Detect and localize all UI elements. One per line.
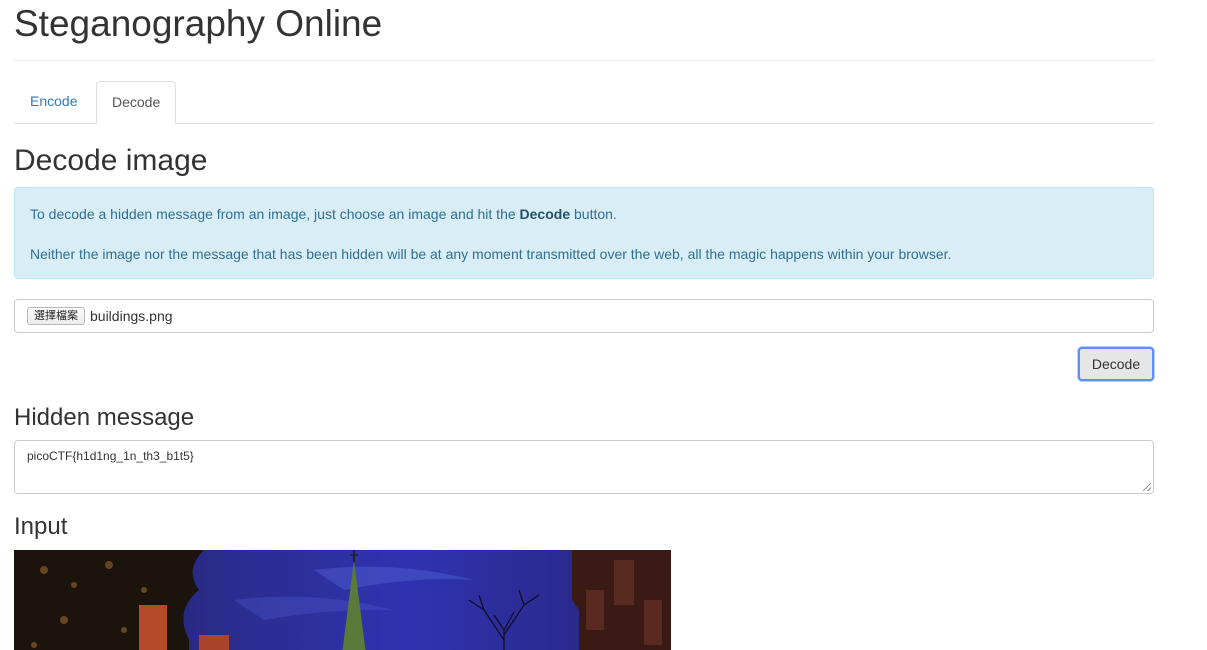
- hidden-message-textarea[interactable]: picoCTF{h1d1ng_1n_th3_b1t5}: [14, 440, 1154, 494]
- hidden-message-text: picoCTF{h1d1ng_1n_th3_b1t5}: [27, 449, 194, 463]
- info-line-1: To decode a hidden message from an image…: [30, 204, 1138, 224]
- decode-image-heading: Decode image: [14, 144, 208, 177]
- info-alert: To decode a hidden message from an image…: [14, 187, 1154, 279]
- tab-bar: Encode Decode: [14, 81, 1154, 124]
- resize-handle-icon[interactable]: [1143, 483, 1151, 491]
- page: Steganography Online Encode Decode Decod…: [0, 0, 1207, 650]
- info-line-1-prefix: To decode a hidden message from an image…: [30, 206, 520, 222]
- decode-button-row: Decode: [14, 333, 1154, 385]
- info-line-1-bold: Decode: [519, 206, 571, 222]
- file-input[interactable]: 選擇檔案 buildings.png: [14, 299, 1154, 333]
- tab-decode[interactable]: Decode: [96, 81, 177, 124]
- page-title: Steganography Online: [14, 0, 1154, 61]
- info-line-2: Neither the image nor the message that h…: [30, 246, 952, 262]
- input-image-preview: [14, 550, 671, 650]
- tab-encode[interactable]: Encode: [15, 81, 92, 122]
- decode-button[interactable]: Decode: [1078, 347, 1154, 381]
- main-container: Steganography Online Encode Decode Decod…: [14, 0, 1154, 650]
- hidden-message-heading: Hidden message: [14, 404, 195, 431]
- selected-file-name: buildings.png: [90, 308, 173, 324]
- choose-file-button[interactable]: 選擇檔案: [27, 307, 85, 325]
- info-line-1-suffix: button.: [570, 206, 617, 222]
- input-heading: Input: [14, 513, 68, 540]
